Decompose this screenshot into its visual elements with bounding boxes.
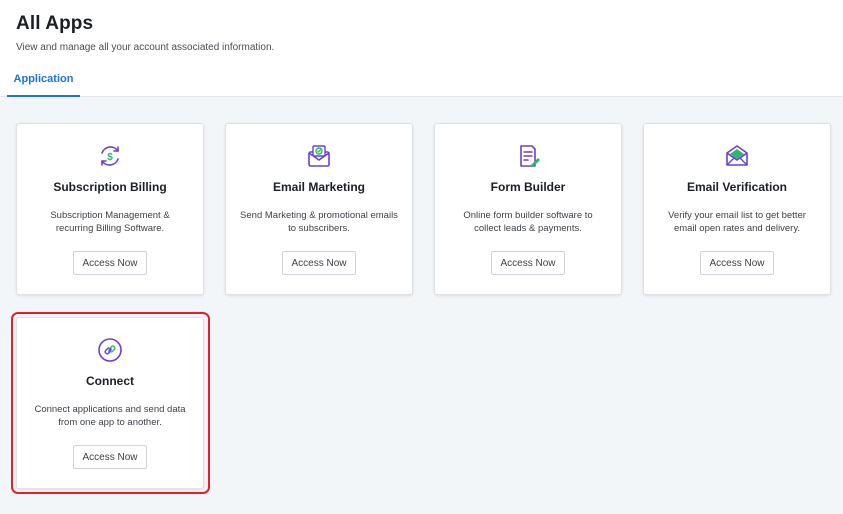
- email-marketing-icon: [306, 143, 332, 169]
- access-now-button-email-verification[interactable]: Access Now: [700, 251, 774, 275]
- app-description: Send Marketing & promotional emails to s…: [240, 210, 398, 234]
- page-title: All Apps: [16, 13, 94, 34]
- email-verification-icon: [724, 143, 750, 169]
- svg-text:$: $: [107, 152, 113, 163]
- app-description: Verify your email list to get better ema…: [668, 210, 806, 234]
- subscription-billing-icon: $: [97, 143, 123, 169]
- access-now-button-subscription-billing[interactable]: Access Now: [73, 251, 147, 275]
- app-card-connect: Connect Connect applications and send da…: [16, 317, 204, 489]
- page-header: All Apps View and manage all your accoun…: [0, 0, 843, 97]
- app-name: Email Marketing: [272, 180, 366, 194]
- app-description: Connect applications and send data from …: [34, 404, 186, 428]
- app-name: Form Builder: [490, 180, 566, 194]
- app-card-form-builder: Form Builder Online form builder softwar…: [434, 123, 622, 295]
- app-description: Subscription Management & recurring Bill…: [50, 210, 170, 234]
- access-now-button-form-builder[interactable]: Access Now: [491, 251, 565, 275]
- connect-icon: [97, 337, 123, 363]
- form-builder-icon: [515, 143, 541, 169]
- app-card-email-marketing: Email Marketing Send Marketing & promoti…: [225, 123, 413, 295]
- app-description: Online form builder software to collect …: [463, 210, 593, 234]
- app-name: Connect: [86, 374, 134, 388]
- access-now-button-email-marketing[interactable]: Access Now: [282, 251, 356, 275]
- tab-application[interactable]: Application: [7, 62, 80, 97]
- app-card-email-verification: Email Verification Verify your email lis…: [643, 123, 831, 295]
- app-card-subscription-billing: $ Subscription Billing Subscription Mana…: [16, 123, 204, 295]
- page-subtitle: View and manage all your account associa…: [16, 42, 275, 53]
- app-name: Subscription Billing: [53, 180, 167, 194]
- access-now-button-connect[interactable]: Access Now: [73, 445, 147, 469]
- app-name: Email Verification: [686, 180, 788, 194]
